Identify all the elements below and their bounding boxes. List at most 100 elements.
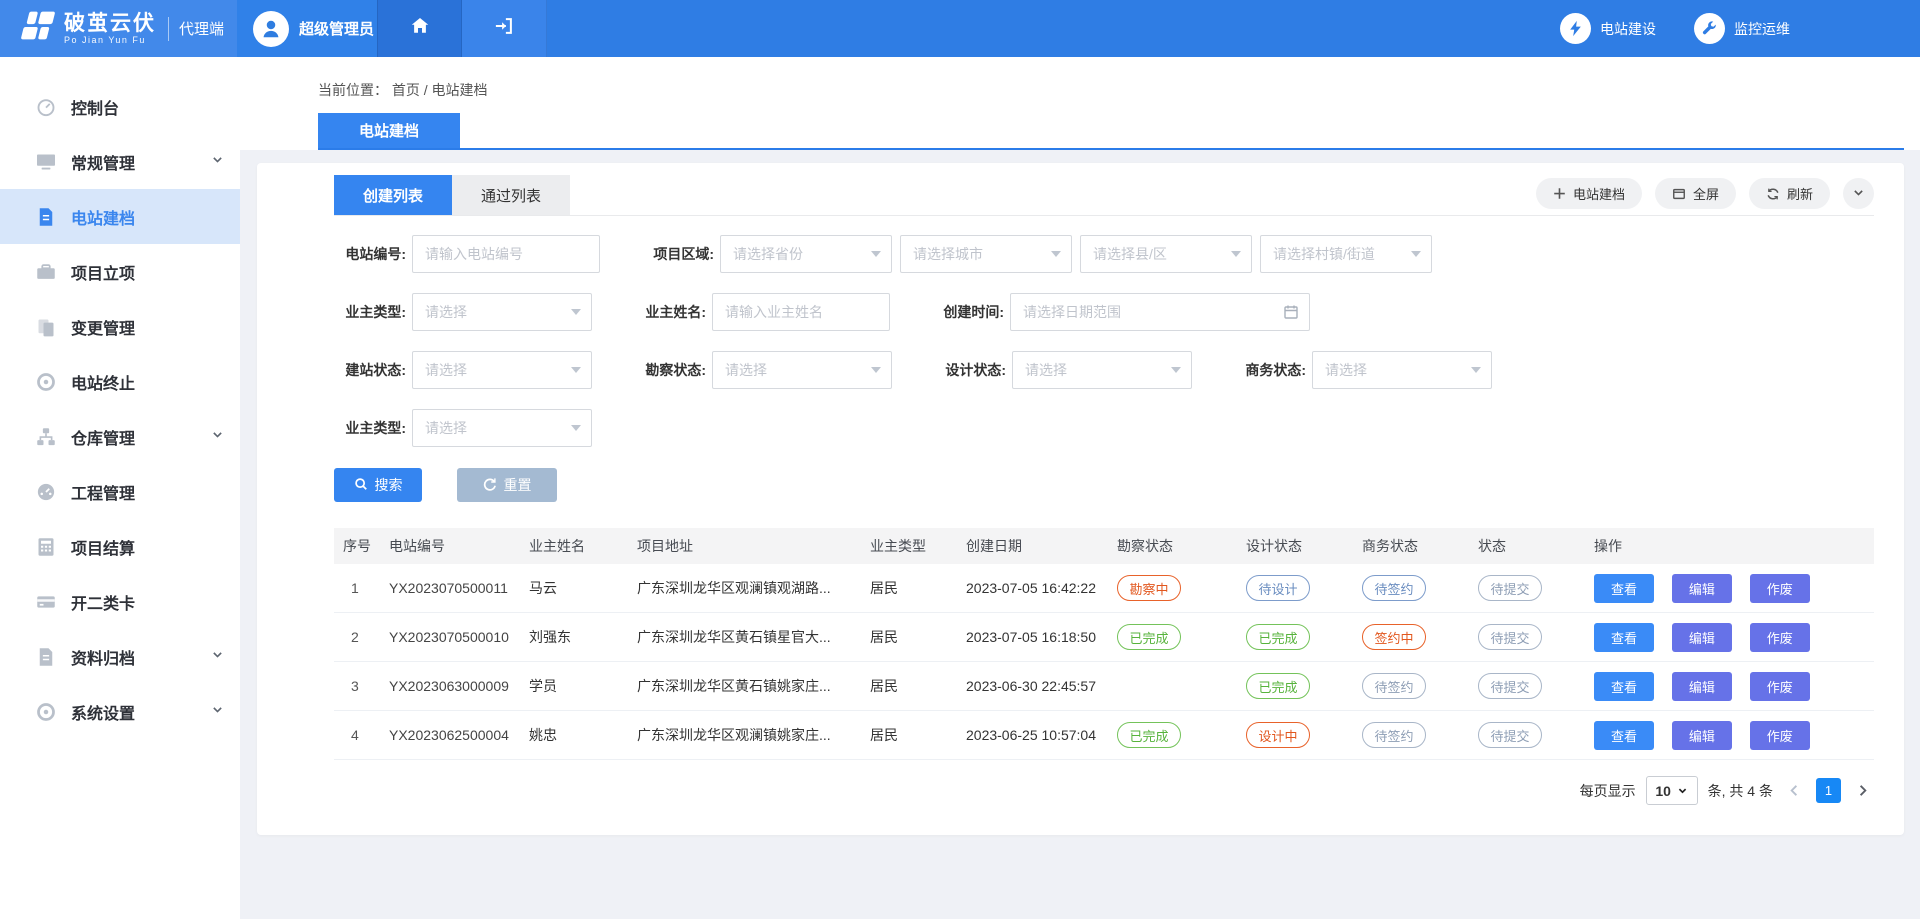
page-tab-station-archive[interactable]: 电站建档 [318,113,460,148]
owner-type2-label: 业主类型: [334,418,406,438]
search-button[interactable]: 搜索 [334,468,422,502]
owner-name-label: 业主姓名: [634,302,706,322]
fullscreen-icon [1672,187,1686,201]
nav-station-build[interactable]: 电站建设 [1560,13,1656,44]
collapse-toolbar-button[interactable] [1843,178,1874,209]
sidebar-item-warehouse-mgmt[interactable]: 仓库管理 [0,409,240,464]
region-label: 项目区域: [642,244,714,264]
status-badge: 待提交 [1478,575,1542,601]
survey-status-select[interactable]: 请选择 [712,351,892,389]
sidebar: 控制台 常规管理 电站建档 项目立项 变更管理 电站终止 [0,57,240,919]
table-row: 4 YX2023062500004 姚忠 广东深圳龙华区观澜镇姚家庄... 居民… [334,711,1874,760]
view-button[interactable]: 查看 [1594,574,1654,603]
business-status-badge: 待签约 [1362,722,1426,748]
status-badge: 待提交 [1478,722,1542,748]
business-status-label: 商务状态: [1234,360,1306,380]
build-status-label: 建站状态: [334,360,406,380]
monitor-icon [36,152,56,172]
document-icon [36,207,56,227]
home-button[interactable] [377,0,462,57]
create-station-button[interactable]: 电站建档 [1536,178,1642,209]
owner-name-input[interactable] [712,293,890,331]
app-header: 破茧云伏 Po Jian Yun Fu 代理端 超级管理员 电站建设 [0,0,1920,57]
sidebar-item-engineering-mgmt[interactable]: 工程管理 [0,464,240,519]
edit-button[interactable]: 编辑 [1672,623,1732,652]
design-status-badge: 设计中 [1246,722,1310,748]
total-count-label: 条, 共 4 条 [1708,781,1773,801]
view-button[interactable]: 查看 [1594,672,1654,701]
design-status-select[interactable]: 请选择 [1012,351,1192,389]
sidebar-item-console[interactable]: 控制台 [0,79,240,134]
content-panel: 创建列表 通过列表 电站建档 全屏 刷新 [257,163,1904,835]
main-content: 当前位置： 首页 / 电站建档 电站建档 创建列表 通过列表 电站建档 全屏 [240,57,1920,919]
build-status-select[interactable]: 请选择 [412,351,592,389]
tab-passed-list[interactable]: 通过列表 [452,175,570,215]
portal-label: 代理端 [179,18,224,39]
table-row: 1 YX2023070500011 马云 广东深圳龙华区观澜镇观湖路... 居民… [334,564,1874,613]
sidebar-item-station-termination[interactable]: 电站终止 [0,354,240,409]
date-range-picker[interactable]: 请选择日期范围 [1010,293,1310,331]
town-select[interactable]: 请选择村镇/街道 [1260,235,1432,273]
void-button[interactable]: 作废 [1750,721,1810,750]
county-select[interactable]: 请选择县/区 [1080,235,1252,273]
header-quick-nav: 电站建设 监控运维 [1560,0,1920,57]
city-select[interactable]: 请选择城市 [900,235,1072,273]
gauge-icon [36,482,56,502]
caret-down-icon [571,425,581,431]
owner-type-select[interactable]: 请选择 [412,293,592,331]
sidebar-item-data-archive[interactable]: 资料归档 [0,629,240,684]
chevron-down-icon [211,703,224,721]
edit-button[interactable]: 编辑 [1672,574,1732,603]
fullscreen-button[interactable]: 全屏 [1655,178,1736,209]
user-name: 超级管理员 [299,18,374,39]
caret-down-icon [571,367,581,373]
view-button[interactable]: 查看 [1594,721,1654,750]
void-button[interactable]: 作废 [1750,623,1810,652]
design-status-label: 设计状态: [934,360,1006,380]
survey-status-badge: 已完成 [1117,624,1181,650]
per-page-select[interactable]: 10 [1646,776,1698,805]
refresh-button[interactable]: 刷新 [1749,178,1830,209]
logout-button[interactable] [462,0,547,57]
owner-type2-select[interactable]: 请选择 [412,409,592,447]
breadcrumb: 当前位置： 首页 / 电站建档 [318,57,1904,100]
business-status-badge: 待签约 [1362,575,1426,601]
sidebar-item-system-settings[interactable]: 系统设置 [0,684,240,739]
design-status-badge: 已完成 [1246,624,1310,650]
tab-create-list[interactable]: 创建列表 [334,175,452,215]
survey-status-badge: 勘察中 [1117,575,1181,601]
table-row: 3 YX2023063000009 学员 广东深圳龙华区黄石镇姚家庄... 居民… [334,662,1874,711]
view-button[interactable]: 查看 [1594,623,1654,652]
brand-subtitle: Po Jian Yun Fu [64,35,156,45]
lightning-icon [1560,13,1591,44]
sidebar-item-project-settlement[interactable]: 项目结算 [0,519,240,574]
province-select[interactable]: 请选择省份 [720,235,892,273]
void-button[interactable]: 作废 [1750,672,1810,701]
refresh-icon [1766,187,1780,201]
sidebar-item-open-class2-card[interactable]: 开二类卡 [0,574,240,629]
sidebar-item-station-archive[interactable]: 电站建档 [0,189,240,244]
caret-down-icon [1471,367,1481,373]
chevron-down-icon [211,153,224,171]
caret-down-icon [1171,367,1181,373]
business-status-select[interactable]: 请选择 [1312,351,1492,389]
void-button[interactable]: 作废 [1750,574,1810,603]
edit-button[interactable]: 编辑 [1672,721,1732,750]
sidebar-item-general-mgmt[interactable]: 常规管理 [0,134,240,189]
page-number-button[interactable]: 1 [1816,778,1841,803]
calendar-icon [1283,304,1299,320]
edit-button[interactable]: 编辑 [1672,672,1732,701]
prev-page-button[interactable] [1783,783,1806,798]
caret-down-icon [1231,251,1241,257]
filter-area: 电站编号: 项目区域: 请选择省份 请选择城市 请选择县/区 [334,216,1874,502]
next-page-button[interactable] [1851,783,1874,798]
station-code-input[interactable] [412,235,600,273]
avatar [253,11,289,47]
reset-button[interactable]: 重置 [457,468,557,502]
nav-monitor-ops[interactable]: 监控运维 [1694,13,1790,44]
sidebar-item-project-initiation[interactable]: 项目立项 [0,244,240,299]
sitemap-icon [36,427,56,447]
user-menu[interactable]: 超级管理员 [237,0,377,57]
chevron-down-icon [211,428,224,446]
sidebar-item-change-mgmt[interactable]: 变更管理 [0,299,240,354]
